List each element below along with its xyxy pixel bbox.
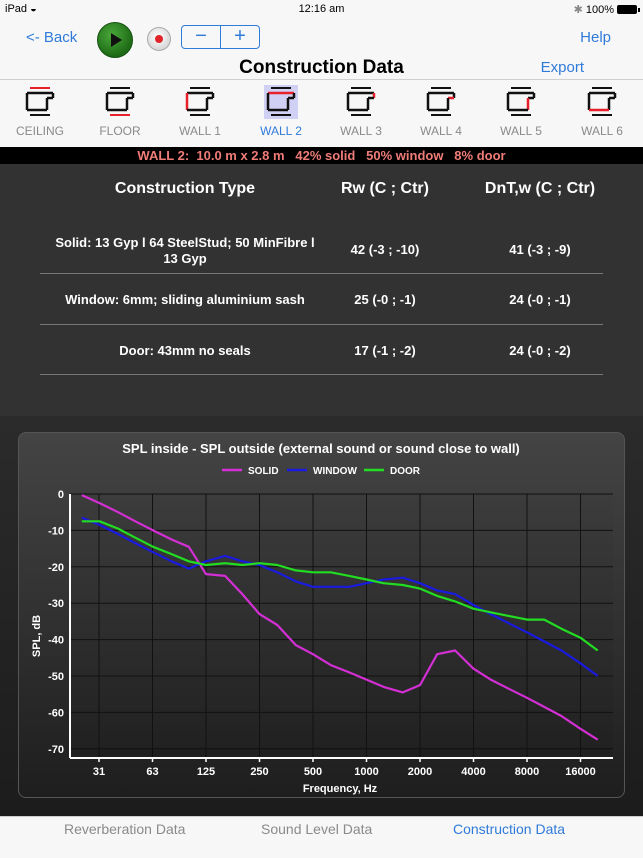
construction-type-cell: Window: 6mm; sliding aluminium sash: [65, 292, 305, 307]
surface-wall-4[interactable]: WALL 4: [406, 85, 476, 138]
x-axis-label: Frequency, Hz: [303, 783, 378, 795]
tab-sound-level-data[interactable]: Sound Level Data: [261, 821, 372, 837]
status-right: ✱ 100%: [573, 3, 640, 16]
surface-selector: CEILING FLOOR WALL 1 WALL 2 WALL 3 WALL 4 WALL…: [0, 81, 643, 147]
surface-wall-3[interactable]: WALL 3: [326, 85, 396, 138]
x-tick-label: 2000: [408, 766, 432, 778]
zoom-stepper: − +: [181, 25, 260, 49]
export-button[interactable]: Export: [541, 59, 584, 76]
header-dntw: DnT,w (C ; Ctr): [484, 180, 596, 197]
type-line: 13 Gyp: [163, 251, 207, 266]
back-button[interactable]: <- Back: [26, 29, 77, 46]
x-tick-label: 63: [146, 766, 158, 778]
x-tick-label: 8000: [515, 766, 539, 778]
surface-ceiling[interactable]: CEILING: [5, 85, 75, 138]
y-tick-label: -50: [48, 671, 64, 683]
rw-cell: 17 (-1 ; -2): [354, 343, 416, 358]
surface-label: WALL 4: [420, 124, 462, 138]
y-tick-label: -10: [48, 525, 64, 537]
record-icon: [155, 35, 163, 43]
surface-wall-2[interactable]: WALL 2: [246, 85, 316, 138]
table-row: Solid: 13 Gyp l 64 SteelStud; 50 MinFibr…: [40, 222, 603, 274]
y-tick-label: -70: [48, 744, 64, 756]
surface-label: WALL 2: [260, 124, 302, 138]
play-button[interactable]: [97, 22, 133, 58]
record-button[interactable]: [147, 27, 171, 51]
battery-percent: 100%: [585, 3, 614, 16]
plot-area: [70, 494, 613, 758]
status-bar: iPad ◒ 12:16 am ✱ 100%: [0, 0, 643, 18]
x-tick-label: 1000: [354, 766, 378, 778]
spl-chart: SPL inside - SPL outside (external sound…: [31, 441, 613, 795]
dntw-cell: 24 (-0 ; -2): [509, 343, 571, 358]
y-tick-label: -60: [48, 707, 64, 719]
clock: 12:16 am: [298, 3, 345, 15]
play-icon: [111, 33, 122, 47]
x-tick-label: 16000: [565, 766, 596, 778]
surface-wall-6[interactable]: WALL 6: [567, 85, 637, 138]
table-row: Window: 6mm; sliding aluminium sash 25 (…: [40, 274, 603, 325]
y-tick-label: -20: [48, 562, 64, 574]
room-surface-icon: [585, 85, 619, 119]
table-row: Door: 43mm no seals 17 (-1 ; -2) 24 (-0 …: [40, 325, 603, 375]
construction-type-cell: Solid: 13 Gyp l 64 SteelStud; 50 MinFibr…: [40, 235, 330, 267]
y-axis-label: SPL, dB: [31, 615, 43, 657]
bluetooth-icon: ✱: [573, 4, 583, 16]
rw-cell: 42 (-3 ; -10): [350, 242, 420, 257]
battery-icon: [617, 5, 640, 14]
room-surface-icon: [103, 85, 137, 119]
stepper-plus-button[interactable]: +: [221, 26, 259, 48]
wall-info-bar: WALL 2: 10.0 m x 2.8 m 42% solid 50% win…: [0, 147, 643, 164]
dntw-cell: 24 (-0 ; -1): [509, 292, 571, 307]
header-construction-type: Construction Type: [114, 180, 256, 197]
construction-type-cell: Door: 43mm no seals: [119, 343, 251, 358]
tab-reverberation-data[interactable]: Reverberation Data: [64, 821, 185, 837]
surface-label: WALL 1: [179, 124, 221, 138]
legend-label-solid: SOLID: [248, 466, 279, 477]
surface-label: WALL 3: [340, 124, 382, 138]
x-tick-label: 500: [304, 766, 322, 778]
surface-label: CEILING: [15, 124, 64, 138]
header-rw: Rw (C ; Ctr): [341, 180, 429, 197]
x-tick-label: 125: [197, 766, 215, 778]
surface-floor[interactable]: FLOOR: [85, 85, 155, 138]
tab-construction-data[interactable]: Construction Data: [453, 821, 565, 837]
nav-bar: <- Back − + Help Construction Data Expor…: [0, 18, 643, 80]
rw-cell: 25 (-0 ; -1): [354, 292, 416, 307]
x-tick-label: 250: [250, 766, 268, 778]
dntw-cell: 41 (-3 ; -9): [509, 242, 571, 257]
room-surface-icon: [504, 85, 538, 119]
surface-label: FLOOR: [99, 124, 141, 138]
type-line: Solid: 13 Gyp l 64 SteelStud; 50 MinFibr…: [55, 235, 315, 250]
surface-label: WALL 6: [581, 124, 623, 138]
room-surface-icon: [264, 85, 298, 119]
tab-bar: Reverberation Data Sound Level Data Constr…: [0, 816, 643, 858]
stepper-minus-button[interactable]: −: [182, 26, 221, 48]
legend-label-door: DOOR: [390, 466, 421, 477]
room-surface-icon: [424, 85, 458, 119]
chart-grid: [70, 493, 613, 758]
chart-legend: SOLID WINDOW DOOR: [222, 466, 421, 477]
y-tick-label: -40: [48, 635, 64, 647]
y-tick-label: 0: [58, 489, 64, 501]
chart-title: SPL inside - SPL outside (external sound…: [122, 441, 520, 456]
x-tick-label: 4000: [461, 766, 485, 778]
y-tick-label: -30: [48, 598, 64, 610]
construction-table: Construction Type Rw (C ; Ctr) DnT,w (C …: [0, 164, 643, 416]
surface-label: WALL 5: [500, 124, 542, 138]
legend-label-window: WINDOW: [313, 466, 357, 477]
surface-wall-1[interactable]: WALL 1: [165, 85, 235, 138]
room-surface-icon: [344, 85, 378, 119]
surface-wall-5[interactable]: WALL 5: [486, 85, 556, 138]
room-surface-icon: [183, 85, 217, 119]
help-button[interactable]: Help: [580, 29, 611, 46]
room-surface-icon: [23, 85, 57, 119]
x-tick-label: 31: [93, 766, 105, 778]
